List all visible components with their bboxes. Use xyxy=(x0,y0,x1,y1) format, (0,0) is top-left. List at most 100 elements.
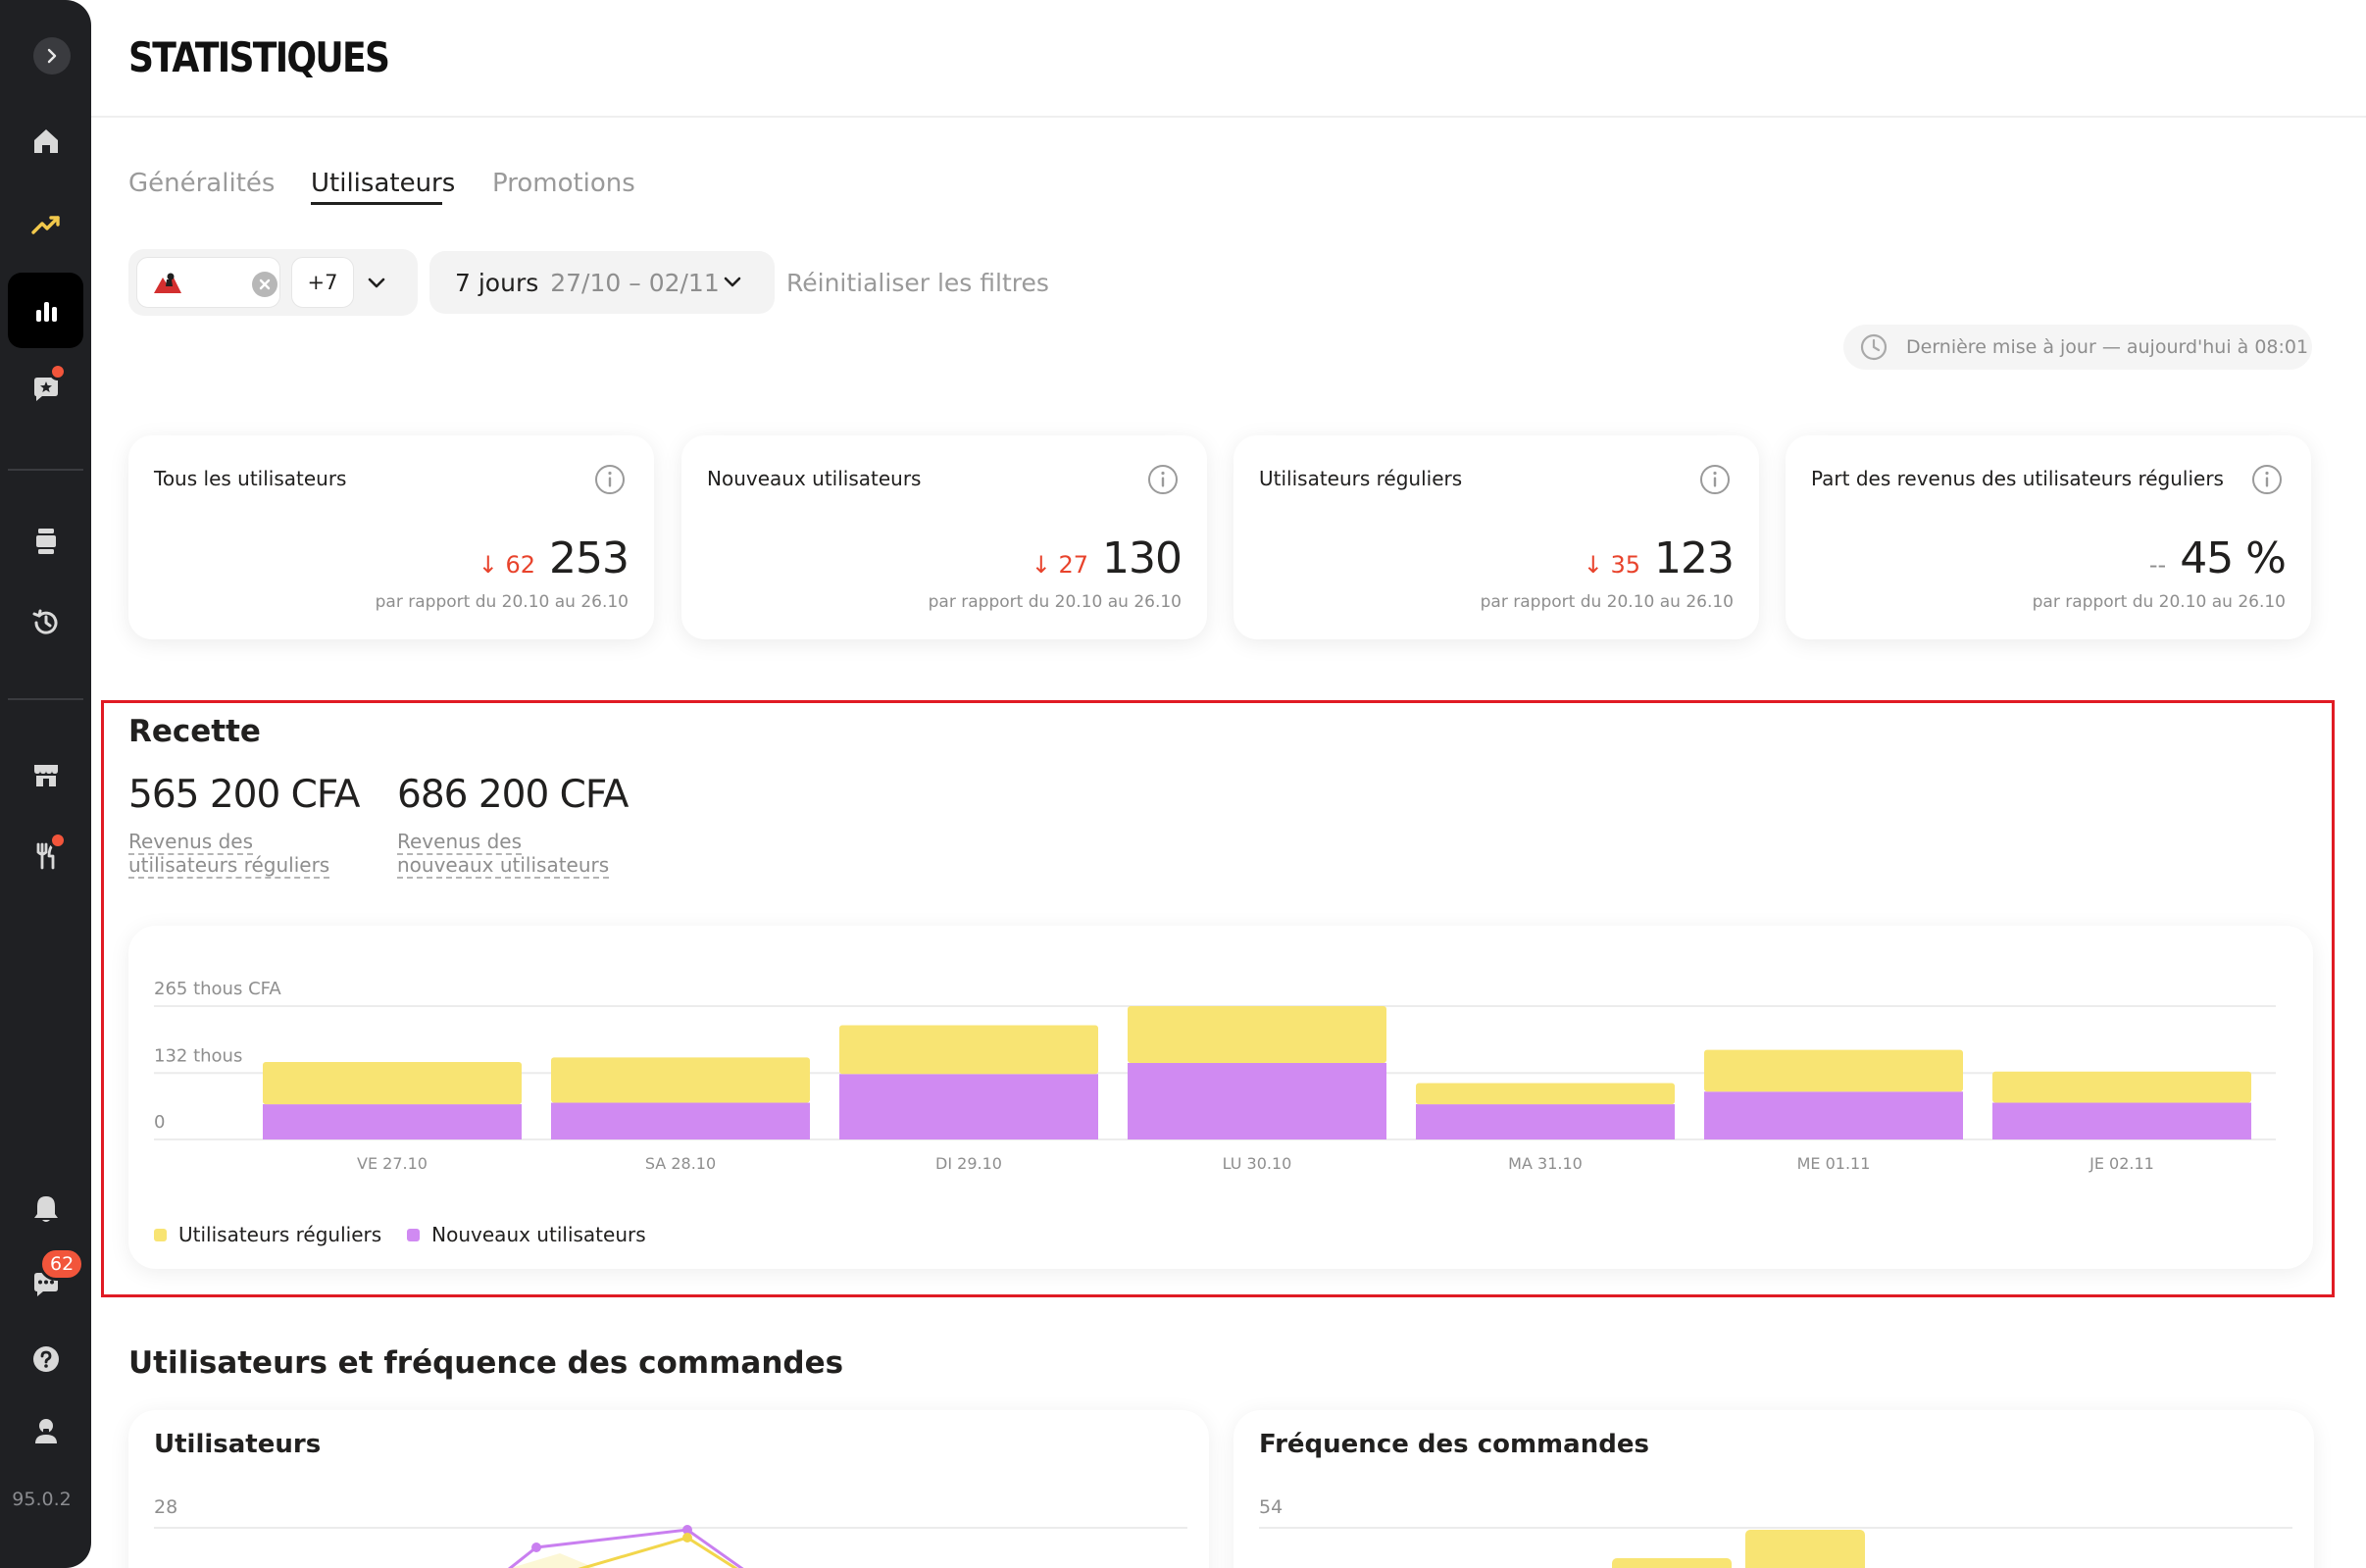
info-icon[interactable] xyxy=(2250,463,2284,496)
info-icon[interactable] xyxy=(593,463,627,496)
new-revenue-value: 686 200 CFA xyxy=(397,773,629,817)
kpi-title: Utilisateurs réguliers xyxy=(1259,467,1463,490)
legend-label-regular: Utilisateurs réguliers xyxy=(178,1223,382,1246)
kpi-card-new-users: Nouveaux utilisateurs ↓ 27 130 par rappo… xyxy=(681,435,1207,639)
bar-regular-users[interactable] xyxy=(1704,1049,1963,1092)
sidebar-item-statistics[interactable] xyxy=(8,273,83,348)
kpi-value: 253 xyxy=(549,533,629,583)
sidebar-item-trends[interactable] xyxy=(8,186,83,262)
device-icon xyxy=(35,528,56,554)
period-filter[interactable]: 7 jours 27/10 – 02/11 xyxy=(429,251,775,314)
sidebar-item-history[interactable] xyxy=(8,584,83,660)
info-icon[interactable] xyxy=(1698,463,1732,496)
kpi-title: Tous les utilisateurs xyxy=(154,467,347,490)
kpi-card-regular-users: Utilisateurs réguliers ↓ 35 123 par rapp… xyxy=(1233,435,1759,639)
regular-revenue-value: 565 200 CFA xyxy=(128,773,360,817)
x-tick-label: ME 01.11 xyxy=(1797,1154,1871,1173)
bar-new-users[interactable] xyxy=(1416,1104,1675,1139)
y-tick-label: 0 xyxy=(154,1112,165,1133)
sidebar-item-feedback[interactable] xyxy=(8,351,83,427)
x-tick-label: SA 28.10 xyxy=(645,1154,716,1173)
new-users-point xyxy=(531,1543,541,1552)
order-frequency-card: Fréquence des commandes 54 xyxy=(1233,1410,2314,1568)
x-tick-label: MA 31.10 xyxy=(1508,1154,1583,1173)
sidebar-item-help[interactable] xyxy=(8,1321,83,1396)
regular-revenue-label[interactable]: Revenus des utilisateurs réguliers xyxy=(128,830,329,877)
users-card: Utilisateurs 28 xyxy=(128,1410,1209,1568)
kpi-comparison: par rapport du 20.10 au 26.10 xyxy=(375,592,629,612)
legend-swatch-new xyxy=(407,1228,421,1241)
regular-revenue-label-line: Revenus des xyxy=(128,830,253,853)
bar-new-users[interactable] xyxy=(1128,1062,1386,1139)
help-icon xyxy=(32,1345,59,1372)
restaurant-chip[interactable] xyxy=(136,257,280,308)
extra-restaurants-count[interactable]: +7 xyxy=(291,257,354,308)
tab-promotions[interactable]: Promotions xyxy=(492,169,635,198)
page-title: STATISTIQUES xyxy=(128,33,390,81)
bar-regular-users[interactable] xyxy=(839,1025,1098,1075)
chevron-down-icon[interactable] xyxy=(364,271,389,296)
sidebar-toggle-button[interactable] xyxy=(33,37,71,75)
kpi-title: Part des revenus des utilisateurs réguli… xyxy=(1811,467,2224,490)
sidebar-item-home[interactable] xyxy=(8,103,83,178)
bar-new-users[interactable] xyxy=(551,1102,810,1139)
legend-label-new: Nouveaux utilisateurs xyxy=(431,1223,646,1246)
bar-regular-users[interactable] xyxy=(551,1057,810,1103)
new-revenue-label-line: nouveaux utilisateurs xyxy=(397,853,610,877)
sidebar-item-notifications[interactable] xyxy=(8,1171,83,1246)
sidebar-item-store[interactable] xyxy=(8,736,83,812)
bell-icon xyxy=(33,1195,58,1222)
feedback-notification-dot xyxy=(49,363,67,380)
revenue-chart-card: 0 132 thous 265 thous CFA VE 27.10 SA 28.10 D… xyxy=(128,926,2313,1269)
bar-regular-users[interactable] xyxy=(263,1061,522,1105)
kpi-card-regular-revenue-share: Part des revenus des utilisateurs réguli… xyxy=(1786,435,2311,639)
legend-item-new[interactable]: Nouveaux utilisateurs xyxy=(407,1223,646,1246)
kpi-title: Nouveaux utilisateurs xyxy=(707,467,922,490)
regular-users-point xyxy=(682,1533,692,1543)
bar-new-users[interactable] xyxy=(1704,1091,1963,1139)
sidebar-item-restaurant[interactable] xyxy=(8,818,83,893)
recette-title: Recette xyxy=(128,714,261,749)
reset-filters-link[interactable]: Réinitialiser les filtres xyxy=(786,269,1049,297)
bar-chart-icon xyxy=(35,301,57,322)
kpi-delta: ↓ 62 xyxy=(478,551,536,579)
restaurant-filter[interactable]: +7 xyxy=(128,249,418,316)
new-users-line xyxy=(507,1528,744,1568)
active-tab-indicator xyxy=(311,202,442,205)
home-icon xyxy=(33,128,58,153)
sidebar-item-support[interactable] xyxy=(8,1392,83,1468)
store-icon xyxy=(33,764,58,786)
frequency-bar xyxy=(1745,1530,1865,1568)
info-icon[interactable] xyxy=(1146,463,1180,496)
kpi-comparison: par rapport du 20.10 au 26.10 xyxy=(1480,592,1734,612)
kpi-value: 45 % xyxy=(2180,533,2287,583)
period-label: 7 jours xyxy=(455,268,539,297)
kpi-delta: -- xyxy=(2148,551,2167,579)
order-frequency-bar-chart xyxy=(1259,1527,2292,1568)
kpi-value: 123 xyxy=(1654,533,1735,583)
tab-users[interactable]: Utilisateurs xyxy=(311,169,455,198)
header-divider xyxy=(91,116,2366,118)
new-revenue-label[interactable]: Revenus des nouveaux utilisateurs xyxy=(397,830,609,877)
bar-regular-users[interactable] xyxy=(1992,1071,2251,1103)
sidebar-item-device[interactable] xyxy=(8,503,83,579)
clear-filter-button[interactable] xyxy=(252,272,277,297)
tab-general[interactable]: Généralités xyxy=(128,169,275,198)
chat-badge: 62 xyxy=(39,1247,85,1281)
kpi-delta: ↓ 27 xyxy=(1031,551,1089,579)
kpi-comparison: par rapport du 20.10 au 26.10 xyxy=(2032,592,2286,612)
legend-item-regular[interactable]: Utilisateurs réguliers xyxy=(154,1223,381,1246)
restaurant-notification-dot xyxy=(49,832,67,849)
y-tick-label: 265 thous CFA xyxy=(154,979,281,999)
bar-regular-users[interactable] xyxy=(1128,1006,1386,1063)
legend-swatch-regular xyxy=(154,1228,167,1241)
bar-new-users[interactable] xyxy=(839,1074,1098,1139)
bar-new-users[interactable] xyxy=(263,1104,522,1139)
new-revenue-label-line: Revenus des xyxy=(397,830,522,853)
frequency-bar xyxy=(1612,1558,1732,1568)
bar-new-users[interactable] xyxy=(1992,1102,2251,1139)
sidebar-divider xyxy=(8,698,83,700)
bar-regular-users[interactable] xyxy=(1416,1083,1675,1105)
close-icon xyxy=(259,278,271,290)
period-range: 27/10 – 02/11 xyxy=(550,268,720,297)
